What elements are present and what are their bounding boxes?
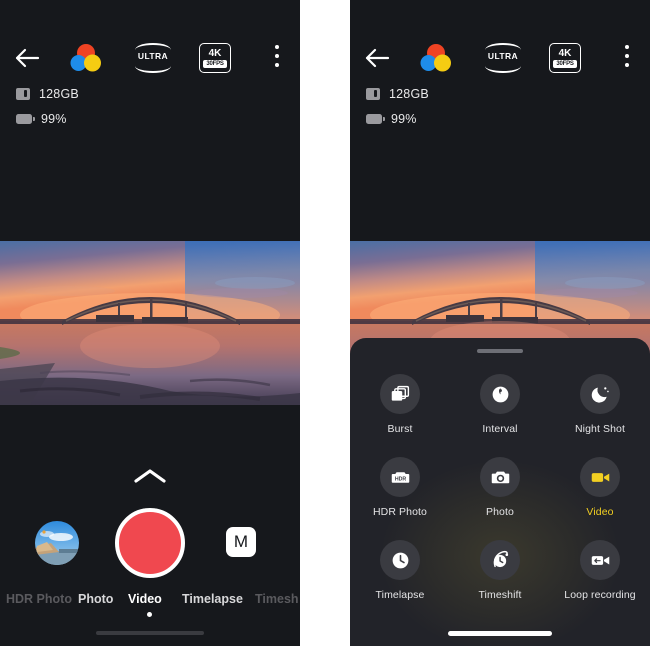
mode-option-label: Loop recording	[564, 589, 636, 601]
home-indicator-left[interactable]	[96, 631, 204, 635]
kebab-menu-icon[interactable]	[625, 45, 630, 70]
sd-card-icon	[366, 88, 380, 100]
mode-grid-row: Burst Interval Night Shot	[350, 366, 650, 449]
ultra-mode-badge[interactable]: ULTRA	[133, 42, 173, 74]
status-info-right: 128GB 99%	[366, 84, 429, 134]
mode-option[interactable]: Night Shot	[550, 366, 650, 449]
manual-mode-button[interactable]: M	[226, 527, 256, 557]
back-arrow-icon[interactable]	[364, 46, 390, 70]
storage-value: 128GB	[39, 87, 79, 101]
timeshift-icon	[480, 540, 520, 580]
resolution-badge[interactable]: 4K 30FPS	[199, 43, 231, 73]
ultra-mode-badge[interactable]: ULTRA	[483, 42, 523, 74]
ultra-arc-top	[485, 43, 521, 50]
battery-icon	[16, 114, 35, 124]
resolution-fps: 30FPS	[553, 60, 577, 68]
mode-option[interactable]: Video	[550, 449, 650, 532]
battery-icon	[366, 114, 385, 124]
record-button[interactable]	[115, 508, 185, 578]
camcorder-icon	[580, 457, 620, 497]
tri-color-circles-logo[interactable]	[418, 42, 454, 74]
camera-icon	[480, 457, 520, 497]
resolution-quality: 4K	[208, 48, 222, 59]
back-arrow-icon[interactable]	[14, 46, 40, 70]
mode-strip-item[interactable]: Photo	[78, 592, 113, 606]
tri-color-circles-logo[interactable]	[68, 42, 104, 74]
ultra-arc-top	[135, 43, 171, 50]
mode-grid-row: HDR HDR Photo Photo Video	[350, 449, 650, 532]
screenshot-stage: ULTRA 4K 30FPS 128GB 99% M HDR Photo Pho…	[0, 0, 650, 646]
mode-option[interactable]: HDR HDR Photo	[350, 449, 450, 532]
phone-screen-right: ULTRA 4K 30FPS 128GB 99% Burst Interval …	[350, 0, 650, 646]
battery-status: 99%	[366, 109, 429, 129]
mode-strip-item[interactable]: HDR Photo	[6, 592, 72, 606]
mode-option[interactable]: Interval	[450, 366, 550, 449]
mode-option[interactable]: Timeshift	[450, 532, 550, 615]
storage-status: 128GB	[366, 84, 429, 104]
mode-option-label: Interval	[482, 423, 518, 435]
resolution-fps: 30FPS	[203, 60, 227, 68]
resolution-badge[interactable]: 4K 30FPS	[549, 43, 581, 73]
mode-option-label: Night Shot	[574, 423, 626, 435]
sd-card-icon	[16, 88, 30, 100]
mode-strip[interactable]: HDR Photo Photo Video Timelapse Timesh	[0, 588, 300, 610]
mode-option-label: Timeshift	[478, 589, 522, 601]
mode-option[interactable]: Timelapse	[350, 532, 450, 615]
mode-grid-row: Timelapse Timeshift Loop recording	[350, 532, 650, 615]
top-toolbar-right: ULTRA 4K 30FPS	[350, 38, 650, 80]
mode-strip-indicator	[147, 612, 152, 617]
mode-option-label: Photo	[486, 506, 514, 518]
top-toolbar: ULTRA 4K 30FPS	[0, 38, 300, 80]
ultra-label: ULTRA	[487, 51, 519, 61]
mode-option-label: Burst	[387, 423, 413, 435]
battery-value: 99%	[391, 112, 417, 126]
mode-option[interactable]: Photo	[450, 449, 550, 532]
chevron-up-icon[interactable]	[132, 466, 168, 486]
mode-grid: Burst Interval Night Shot HDR HDR Photo Photo…	[350, 366, 650, 615]
mode-selection-sheet: Burst Interval Night Shot HDR HDR Photo Photo…	[350, 338, 650, 646]
ultra-label: ULTRA	[137, 51, 169, 61]
mode-option-label: Video	[586, 506, 614, 518]
mode-option-label: Timelapse	[375, 589, 425, 601]
interval-icon	[480, 374, 520, 414]
clock-icon	[380, 540, 420, 580]
mode-strip-item[interactable]: Timesh	[255, 592, 299, 606]
mode-strip-item[interactable]: Timelapse	[182, 592, 243, 606]
ultra-arc-bottom	[135, 66, 171, 73]
hdr-camera-icon: HDR	[380, 457, 420, 497]
home-indicator-right[interactable]	[448, 631, 552, 636]
mode-option[interactable]: Loop recording	[550, 532, 650, 615]
loop-recording-icon	[580, 540, 620, 580]
status-info: 128GB 99%	[16, 84, 79, 134]
resolution-quality: 4K	[558, 48, 572, 59]
phone-screen-left: ULTRA 4K 30FPS 128GB 99% M HDR Photo Pho…	[0, 0, 300, 646]
burst-icon	[380, 374, 420, 414]
battery-status: 99%	[16, 109, 79, 129]
camera-preview[interactable]	[0, 241, 300, 405]
kebab-menu-icon[interactable]	[275, 45, 280, 70]
svg-text:HDR: HDR	[394, 476, 406, 482]
mode-option[interactable]: Burst	[350, 366, 450, 449]
battery-value: 99%	[41, 112, 67, 126]
ultra-arc-bottom	[485, 66, 521, 73]
moon-icon	[580, 374, 620, 414]
sheet-drag-handle[interactable]	[477, 349, 523, 353]
storage-value: 128GB	[389, 87, 429, 101]
storage-status: 128GB	[16, 84, 79, 104]
mode-option-label: HDR Photo	[372, 506, 427, 518]
gallery-thumbnail[interactable]	[35, 521, 79, 565]
mode-strip-item[interactable]: Video	[128, 592, 162, 606]
